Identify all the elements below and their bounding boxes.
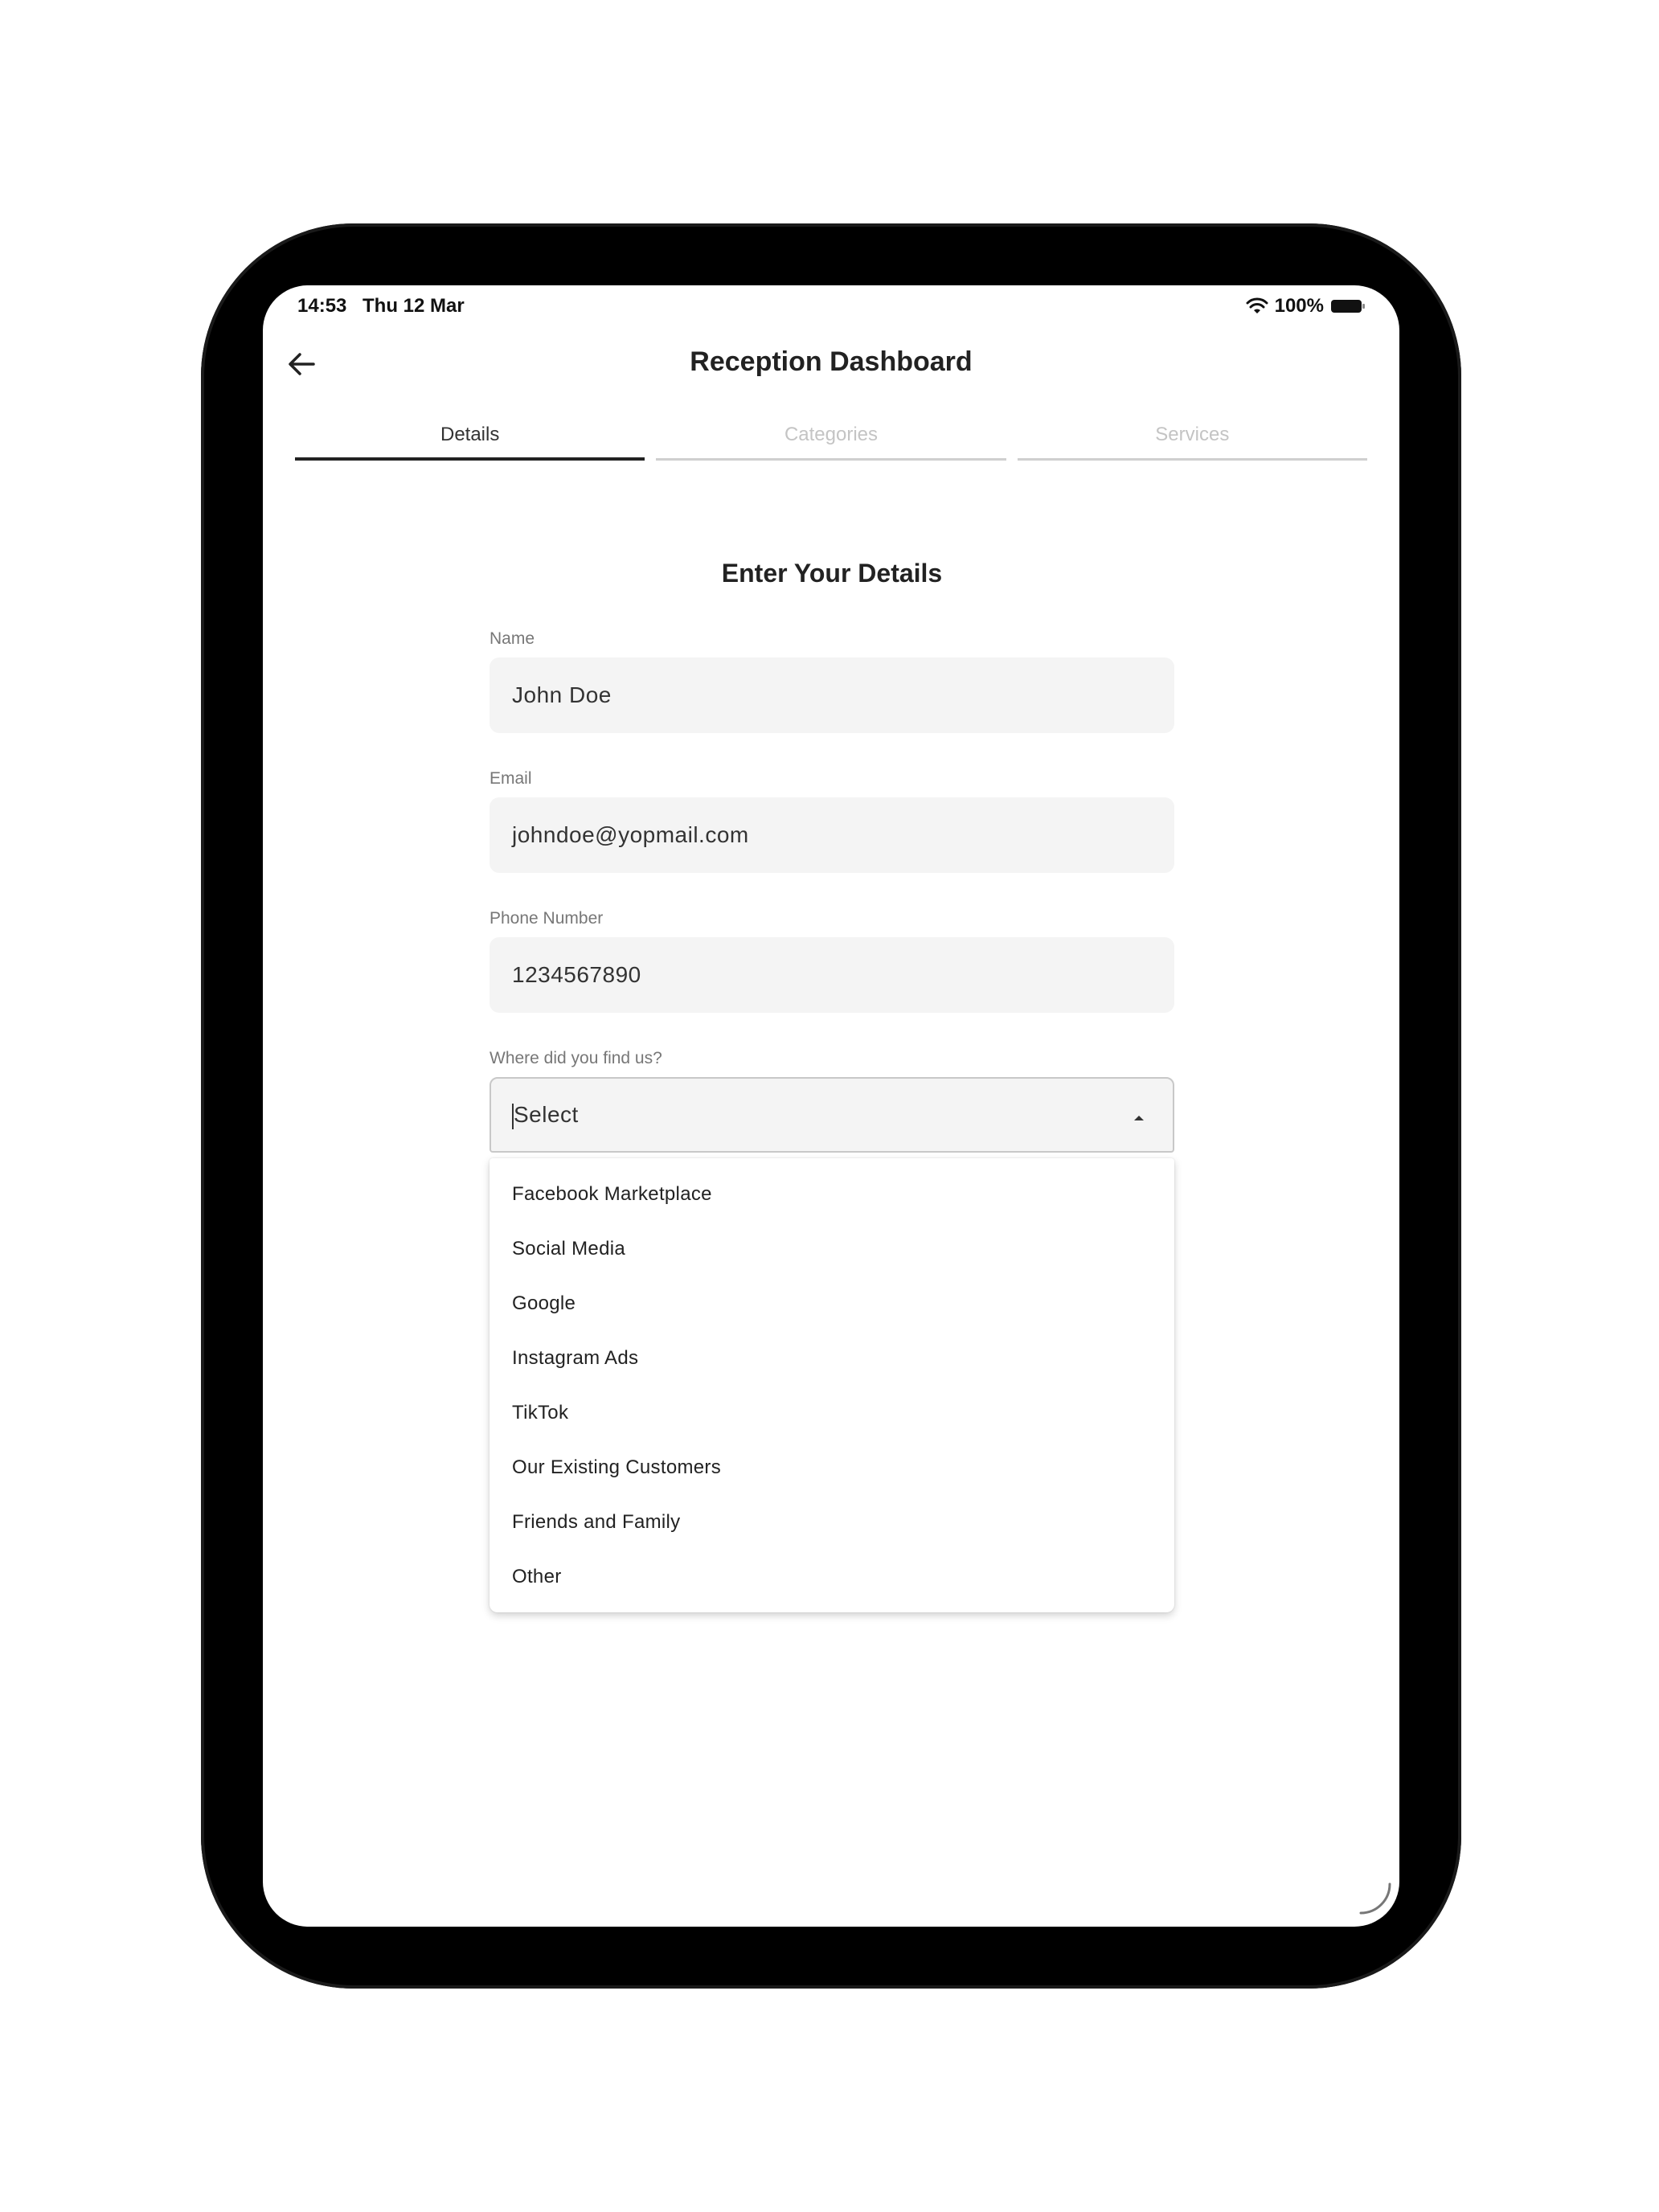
- page-title: Reception Dashboard: [690, 346, 973, 377]
- dropdown-option-tiktok[interactable]: TikTok: [512, 1402, 568, 1424]
- email-value: johndoe@yopmail.com: [512, 822, 749, 847]
- email-field[interactable]: johndoe@yopmail.com: [490, 797, 1174, 873]
- tab-label: Details: [440, 424, 500, 445]
- dropdown-option-google[interactable]: Google: [512, 1292, 576, 1315]
- tab-label: Services: [1155, 424, 1230, 445]
- text-caret: [512, 1104, 514, 1129]
- form-title: Enter Your Details: [721, 559, 943, 588]
- tab-indicator: [656, 458, 1006, 461]
- tab-categories[interactable]: Categories: [656, 416, 1006, 461]
- phone-field[interactable]: 1234567890: [490, 937, 1174, 1013]
- tab-indicator: [295, 457, 645, 461]
- dropdown-option-our-existing-customers[interactable]: Our Existing Customers: [512, 1456, 721, 1479]
- tab-services[interactable]: Services: [1017, 416, 1367, 461]
- status-time: 14:53: [297, 295, 347, 317]
- source-select-value: Select: [512, 1102, 579, 1129]
- email-label: Email: [490, 769, 532, 788]
- phone-label: Phone Number: [490, 909, 604, 928]
- caret-up-icon: [1133, 1102, 1145, 1128]
- tab-label: Categories: [784, 424, 879, 445]
- battery-icon: [1330, 297, 1366, 315]
- dropdown-option-social-media[interactable]: Social Media: [512, 1238, 625, 1260]
- source-dropdown-menu: Facebook Marketplace Social Media Google…: [490, 1158, 1174, 1612]
- tablet-screen: 14:53 Thu 12 Mar 100% Reception Dashboar…: [263, 285, 1399, 1927]
- tab-indicator: [1017, 458, 1367, 461]
- tab-details[interactable]: Details: [295, 416, 645, 461]
- source-label: Where did you find us?: [490, 1049, 662, 1067]
- name-field[interactable]: John Doe: [490, 657, 1174, 733]
- name-label: Name: [490, 629, 535, 648]
- tab-bar: Details Categories Services: [295, 416, 1367, 461]
- tablet-frame: 14:53 Thu 12 Mar 100% Reception Dashboar…: [201, 223, 1461, 1989]
- corner-resize-icon: [1356, 1879, 1393, 1920]
- phone-value: 1234567890: [512, 962, 641, 987]
- source-select[interactable]: Select: [490, 1077, 1174, 1153]
- status-date: Thu 12 Mar: [363, 295, 465, 317]
- status-bar: 14:53 Thu 12 Mar 100%: [263, 285, 1399, 334]
- name-value: John Doe: [512, 682, 612, 707]
- dropdown-option-instagram-ads[interactable]: Instagram Ads: [512, 1347, 638, 1370]
- status-indicators: 100%: [1246, 295, 1366, 317]
- dropdown-option-friends-and-family[interactable]: Friends and Family: [512, 1511, 680, 1534]
- battery-percentage: 100%: [1274, 295, 1324, 317]
- source-select-text: Select: [514, 1102, 579, 1127]
- wifi-icon: [1246, 297, 1268, 315]
- app-bar: Reception Dashboard: [263, 334, 1399, 398]
- dropdown-option-other[interactable]: Other: [512, 1566, 562, 1588]
- dropdown-option-facebook-marketplace[interactable]: Facebook Marketplace: [512, 1183, 712, 1206]
